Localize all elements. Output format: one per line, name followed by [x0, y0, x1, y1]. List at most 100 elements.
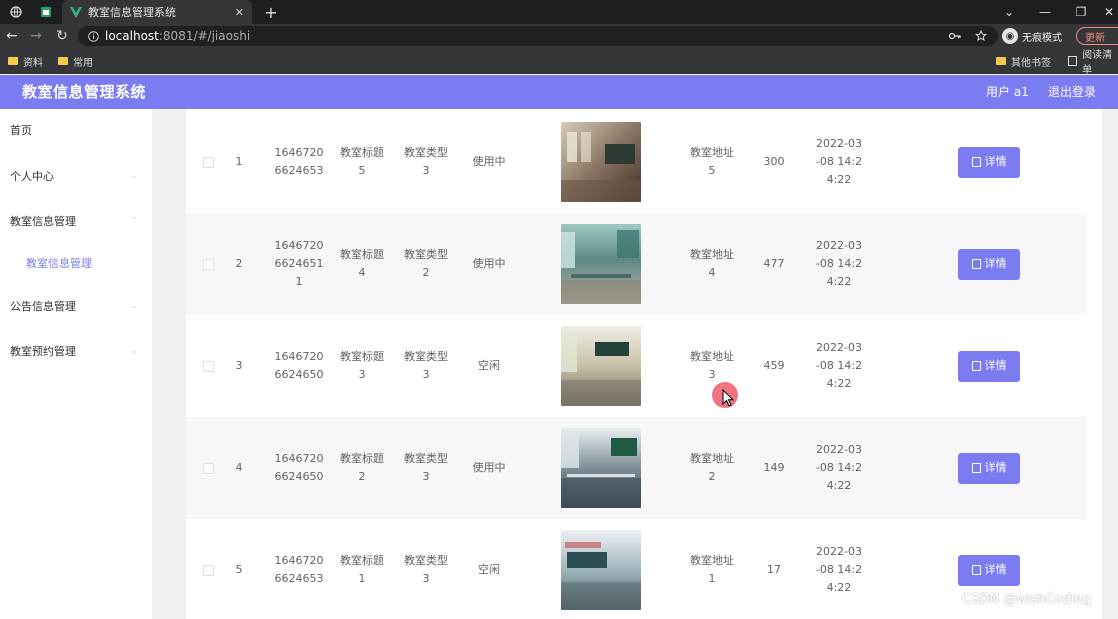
sidebar-item-home[interactable]: 首页 [0, 115, 152, 145]
row-status: 空闲 [478, 359, 500, 372]
row-checkbox[interactable] [202, 360, 214, 372]
row-date: 2022-03 -08 14:2 4:22 [815, 545, 863, 594]
document-icon [971, 259, 981, 269]
table-row[interactable]: 2 1646720 6624651 1 教室标题 4 教室类型 2 使用中 教室… [186, 213, 1086, 315]
bookmark-folder-changyong[interactable]: 常用 [58, 48, 93, 74]
sidebar-item-personal-center[interactable]: 个人中心 ⌄ [0, 161, 152, 191]
browser-tab-bar: 教室信息管理系统 ✕ + ⌄ — ❐ ✕ [0, 0, 1118, 24]
bookmark-folder-other[interactable]: 其他书签 [996, 48, 1051, 74]
incognito-label: 无痕模式 [1022, 32, 1062, 44]
back-arrow-icon[interactable]: ← [0, 24, 24, 48]
bookmarks-bar: 资料 常用 其他书签 阅读清单 [0, 48, 1118, 76]
app-header: 教室信息管理系统 用户 a1 退出登录 [0, 75, 1118, 109]
row-count: 17 [767, 563, 781, 576]
bookmark-label: 其他书签 [1011, 57, 1051, 69]
row-checkbox[interactable] [202, 462, 214, 474]
active-tab[interactable]: 教室信息管理系统 ✕ [62, 0, 252, 24]
address-field[interactable]: localhost:8081/#/jiaoshi [78, 26, 998, 46]
detail-button[interactable]: 详情 [958, 554, 1020, 586]
row-status: 使用中 [472, 257, 506, 270]
browser-toolbar: ← → ↻ localhost:8081/#/jiaoshi ◉ 无痕模式 更新 [0, 24, 1118, 48]
row-type: 教室类型 3 [404, 452, 448, 483]
reload-icon[interactable]: ↻ [50, 24, 74, 48]
detail-button[interactable]: 详情 [958, 452, 1020, 484]
sidebar-item-label: 首页 [10, 124, 32, 137]
row-type: 教室类型 3 [404, 350, 448, 381]
detail-button-label: 详情 [984, 563, 1007, 576]
row-status: 空闲 [478, 563, 500, 576]
row-status: 使用中 [472, 155, 506, 168]
key-icon[interactable] [946, 24, 964, 48]
close-window-button[interactable]: ✕ [1096, 0, 1118, 24]
detail-button[interactable]: 详情 [958, 146, 1020, 178]
detail-button-label: 详情 [984, 359, 1007, 372]
classroom-table: 1 1646720 6624653 教室标题 5 教室类型 3 使用中 教室地址… [186, 109, 1102, 619]
row-title: 教室标题 1 [340, 554, 384, 585]
app-title: 教室信息管理系统 [22, 83, 147, 101]
detail-button[interactable]: 详情 [958, 248, 1020, 280]
update-button[interactable]: 更新 [1076, 27, 1118, 45]
sidebar-item-label: 公告信息管理 [10, 300, 76, 313]
row-id: 1646720 6624650 [274, 452, 324, 483]
chevron-down-icon: ⌄ [130, 301, 138, 311]
spreadsheet-icon [41, 7, 51, 17]
row-checkbox[interactable] [202, 564, 214, 576]
sidebar-item-announcements[interactable]: 公告信息管理 ⌄ [0, 291, 152, 321]
sidebar: 首页 个人中心 ⌄ 教室信息管理 ⌃ 教室信息管理 公告信息管理 ⌄ 教室预约管… [0, 109, 152, 619]
bookmark-label: 常用 [73, 57, 93, 69]
chevron-up-icon: ⌃ [130, 216, 138, 226]
row-title: 教室标题 4 [340, 248, 384, 279]
table-row[interactable]: 5 1646720 6624653 教室标题 1 教室类型 3 空闲 教室地址 … [186, 519, 1086, 619]
tab-close-icon[interactable]: ✕ [235, 6, 244, 19]
row-date: 2022-03 -08 14:2 4:22 [815, 443, 863, 492]
vue-logo-icon [70, 6, 82, 18]
folder-icon [996, 57, 1006, 65]
chrome-pinned-tab[interactable] [2, 0, 30, 24]
row-index: 2 [235, 257, 243, 270]
tab-title: 教室信息管理系统 [88, 6, 176, 19]
restore-button[interactable]: ❐ [1068, 0, 1094, 24]
reading-list[interactable]: 阅读清单 [1068, 48, 1118, 76]
bookmark-label: 资料 [23, 57, 43, 69]
sheet-pinned-tab[interactable] [32, 0, 60, 24]
bookmark-folder-ziliao[interactable]: 资料 [8, 48, 43, 74]
sidebar-item-classroom-info[interactable]: 教室信息管理 ⌃ [0, 206, 152, 236]
minimize-button[interactable]: — [1032, 0, 1058, 24]
row-checkbox[interactable] [202, 156, 214, 168]
sidebar-subitem-classroom-info[interactable]: 教室信息管理 [0, 248, 152, 278]
row-id: 1646720 6624650 [274, 350, 324, 381]
row-address: 教室地址 5 [690, 146, 734, 177]
row-type: 教室类型 3 [404, 146, 448, 177]
sidebar-item-label: 个人中心 [10, 170, 54, 183]
sidebar-item-label: 教室信息管理 [10, 215, 76, 228]
document-icon [971, 565, 981, 575]
row-date: 2022-03 -08 14:2 4:22 [815, 137, 863, 186]
chevron-down-icon: ⌄ [130, 171, 138, 181]
row-count: 477 [763, 257, 785, 270]
row-address: 教室地址 3 [690, 350, 734, 381]
detail-button-label: 详情 [984, 155, 1007, 168]
url-host: localhost [105, 29, 159, 43]
row-title: 教室标题 5 [340, 146, 384, 177]
new-tab-button[interactable]: + [260, 0, 282, 24]
forward-arrow-icon[interactable]: → [24, 24, 48, 48]
row-checkbox[interactable] [202, 258, 214, 270]
table-row[interactable]: 4 1646720 6624650 教室标题 2 教室类型 3 使用中 教室地址… [186, 417, 1086, 519]
detail-button[interactable]: 详情 [958, 350, 1020, 382]
classroom-thumbnail [561, 428, 641, 508]
row-title: 教室标题 3 [340, 350, 384, 381]
sidebar-item-reservations[interactable]: 教室预约管理 ⌄ [0, 336, 152, 366]
logout-link[interactable]: 退出登录 [1048, 75, 1096, 109]
star-icon[interactable] [972, 24, 990, 48]
tab-search-icon[interactable]: ⌄ [996, 0, 1022, 24]
classroom-thumbnail [561, 224, 641, 304]
incognito-indicator[interactable]: ◉ 无痕模式 [1002, 27, 1062, 45]
table-row[interactable]: 3 1646720 6624650 教室标题 3 教室类型 3 空闲 教室地址 … [186, 315, 1086, 417]
row-count: 149 [763, 461, 785, 474]
table-row[interactable]: 1 1646720 6624653 教室标题 5 教室类型 3 使用中 教室地址… [186, 111, 1086, 213]
row-type: 教室类型 2 [404, 248, 448, 279]
user-menu[interactable]: 用户 a1 [986, 75, 1029, 109]
globe-icon [10, 6, 22, 18]
row-date: 2022-03 -08 14:2 4:22 [815, 239, 863, 288]
row-address: 教室地址 1 [690, 554, 734, 585]
